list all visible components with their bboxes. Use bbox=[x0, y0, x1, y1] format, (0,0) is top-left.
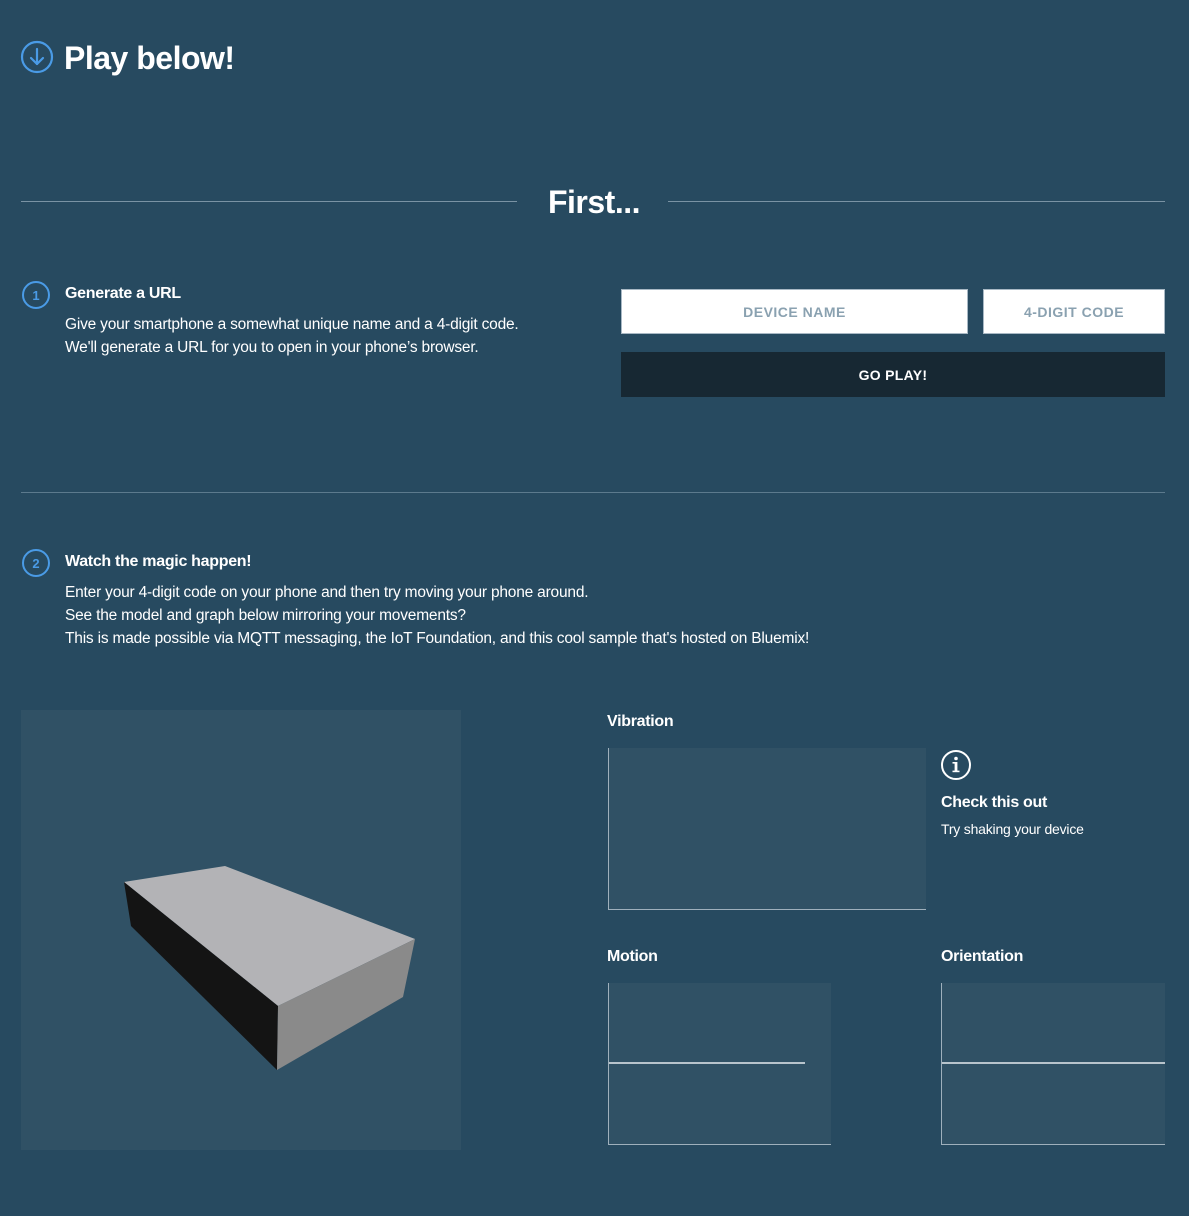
info-circle-icon bbox=[940, 749, 972, 781]
step-2-heading: Watch the magic happen! bbox=[65, 553, 252, 570]
info-heading: Check this out bbox=[941, 794, 1048, 811]
step-1-line-2: We'll generate a URL for you to open in … bbox=[65, 339, 479, 356]
step-2-line-1: Enter your 4-digit code on your phone an… bbox=[65, 584, 589, 601]
step-2-line-2: See the model and graph below mirroring … bbox=[65, 607, 466, 624]
orientation-chart bbox=[941, 983, 1165, 1145]
step-2-badge: 2 bbox=[22, 549, 50, 577]
section-divider bbox=[21, 492, 1165, 493]
phone-model-viewer[interactable] bbox=[21, 710, 461, 1150]
divider-left bbox=[21, 201, 517, 202]
step-1-heading: Generate a URL bbox=[65, 285, 181, 302]
page-title: Play below! bbox=[64, 40, 235, 76]
go-play-button[interactable]: GO PLAY! bbox=[621, 352, 1165, 397]
step-1-badge: 1 bbox=[22, 281, 50, 309]
device-name-input[interactable] bbox=[621, 289, 968, 334]
orientation-chart-line bbox=[942, 1062, 1165, 1064]
vibration-label: Vibration bbox=[607, 713, 674, 730]
motion-label: Motion bbox=[607, 948, 658, 965]
divider-right bbox=[668, 201, 1165, 202]
arrow-down-circle-icon bbox=[20, 40, 54, 74]
orientation-label: Orientation bbox=[941, 948, 1024, 965]
motion-chart-line bbox=[609, 1062, 805, 1064]
motion-chart bbox=[608, 983, 831, 1145]
phone-model-box bbox=[124, 866, 415, 1070]
vibration-chart bbox=[608, 748, 926, 910]
section-title: First... bbox=[547, 184, 641, 220]
info-text: Try shaking your device bbox=[941, 821, 1084, 837]
step-1-line-1: Give your smartphone a somewhat unique n… bbox=[65, 316, 519, 333]
code-input[interactable] bbox=[983, 289, 1165, 334]
step-2-line-3: This is made possible via MQTT messaging… bbox=[65, 630, 810, 647]
